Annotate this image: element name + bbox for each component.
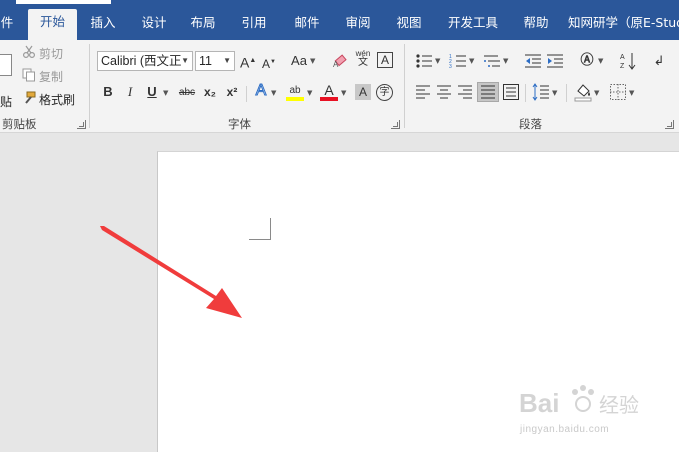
svg-text:Z: Z [620,63,625,70]
underline-button[interactable]: U [145,84,159,100]
character-shading-icon[interactable]: A [355,84,371,100]
chevron-down-icon: ▼ [223,56,231,65]
ribbon-tab-bar: 件 开始 插入 设计 布局 引用 邮件 审阅 视图 开发工具 帮助 知网研学（原… [0,0,679,40]
phonetic-bottom-text: 文 [358,57,368,68]
subscript-button[interactable]: x₂ [202,84,218,100]
font-color-button[interactable]: A [320,82,338,101]
title-bar-fragment [16,0,111,4]
font-color-icon: A [324,82,334,98]
chevron-down-icon[interactable]: ▼ [341,85,346,101]
bullets-icon[interactable] [415,53,433,69]
chevron-down-icon[interactable]: ▼ [629,85,634,101]
group-separator [525,84,526,102]
show-marks-icon[interactable]: ↲ [652,53,666,69]
increase-indent-icon[interactable] [546,53,564,69]
tab-view[interactable]: 视图 [391,14,427,40]
chevron-down-icon[interactable]: ▼ [310,53,315,69]
text-effects-icon[interactable]: A [253,82,269,99]
line-spacing-icon[interactable] [532,83,550,101]
distributed-icon[interactable] [503,84,519,100]
format-painter-button[interactable]: 格式刷 [39,91,75,108]
italic-button[interactable]: I [123,84,137,100]
change-case-button[interactable]: Aa [290,53,308,69]
tab-file[interactable]: 件 [0,14,14,40]
copy-button[interactable]: 复制 [39,68,63,85]
character-border-icon[interactable]: A [377,52,393,68]
tab-home[interactable]: 开始 [28,9,77,40]
enclose-characters-button[interactable]: 字 [376,84,393,101]
clipboard-group-label: 剪贴板 [2,117,37,131]
svg-text:经验: 经验 [599,393,639,417]
borders-icon[interactable] [610,84,626,100]
ribbon: 贴 剪切 复制 格式刷 剪贴板 Calibri (西文正 ▼ 11 ▼ A▲ A… [0,40,679,133]
chevron-down-icon[interactable]: ▼ [552,85,557,101]
shading-icon[interactable] [574,82,592,102]
sort-icon[interactable]: A Z [620,51,636,71]
paste-icon[interactable] [0,54,12,76]
tab-references[interactable]: 引用 [236,14,272,40]
bold-button[interactable]: B [101,84,115,100]
tab-developer[interactable]: 开发工具 [442,14,504,40]
copy-icon[interactable] [22,68,36,82]
svg-text:A: A [620,54,625,61]
chevron-down-icon[interactable]: ▼ [307,85,312,101]
decrease-indent-icon[interactable] [524,53,542,69]
font-group-label: 字体 [228,117,251,131]
chevron-down-icon[interactable]: ▼ [598,53,603,69]
scissors-icon[interactable] [22,45,36,59]
tab-design[interactable]: 设计 [136,14,172,40]
font-size-value: 11 [199,54,212,68]
multilevel-list-icon[interactable] [483,53,501,69]
watermark-url: jingyan.baidu.com [520,424,610,435]
chevron-down-icon[interactable]: ▼ [163,85,168,101]
align-left-icon[interactable] [415,85,431,99]
strikethrough-button[interactable]: abc [176,85,198,101]
chevron-down-icon[interactable]: ▼ [503,53,508,69]
paragraph-dialog-launcher[interactable] [665,120,674,129]
svg-text:Bai: Bai [519,388,559,418]
chevron-down-icon[interactable]: ▼ [594,85,599,101]
superscript-button[interactable]: x² [224,84,240,100]
paste-button[interactable]: 贴 [0,93,12,110]
grow-font-icon[interactable]: A▲ [240,53,256,71]
tab-cnki[interactable]: 知网研学（原E-Stud [568,14,679,40]
numbering-icon[interactable]: 1 2 3 [449,53,467,69]
font-color-swatch [320,97,338,101]
tab-help[interactable]: 帮助 [518,14,554,40]
highlight-color-swatch [286,97,304,101]
tab-mailings[interactable]: 邮件 [289,14,325,40]
group-separator [404,44,405,128]
font-size-combo[interactable]: 11 ▼ [195,51,235,71]
margin-corner-mark [249,218,271,240]
chinese-layout-icon[interactable]: Ⓐ [578,52,596,68]
group-separator [246,86,247,102]
format-painter-icon[interactable] [22,91,36,105]
chevron-down-icon[interactable]: ▼ [435,53,440,69]
group-separator [89,44,90,128]
svg-text:A: A [333,60,339,68]
font-name-combo[interactable]: Calibri (西文正 ▼ [97,51,193,71]
align-right-icon[interactable] [457,85,473,99]
highlight-color-button[interactable]: ab [286,83,304,101]
justify-button[interactable] [477,82,499,102]
clear-formatting-icon[interactable]: A [333,52,349,68]
justify-icon [481,85,495,99]
shrink-font-icon[interactable]: A▼ [262,54,276,72]
phonetic-guide-icon[interactable]: wén 文 [355,49,371,68]
chevron-down-icon[interactable]: ▼ [469,53,474,69]
font-dialog-launcher[interactable] [391,120,400,129]
svg-text:3: 3 [449,64,452,69]
paragraph-group-label: 段落 [519,117,542,131]
tab-review[interactable]: 审阅 [340,14,376,40]
chevron-down-icon[interactable]: ▼ [271,85,276,101]
font-name-value: Calibri (西文正 [101,54,182,68]
group-separator [566,84,567,102]
align-center-icon[interactable] [436,85,452,99]
tab-layout[interactable]: 布局 [185,14,221,40]
chevron-down-icon: ▼ [181,56,189,65]
cut-button[interactable]: 剪切 [39,45,63,62]
tab-insert[interactable]: 插入 [83,14,123,40]
clipboard-dialog-launcher[interactable] [77,120,86,129]
